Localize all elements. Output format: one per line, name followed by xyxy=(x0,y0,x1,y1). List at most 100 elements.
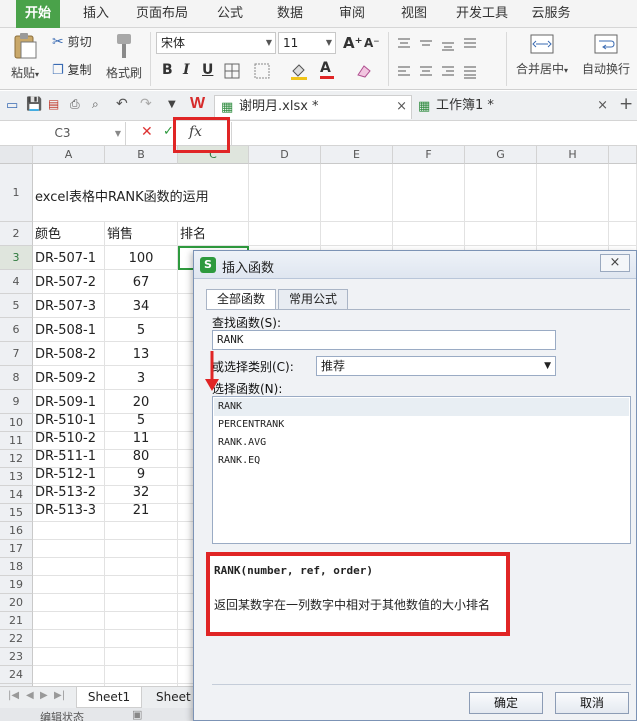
grid-cell[interactable] xyxy=(178,164,249,222)
grid-cell[interactable] xyxy=(33,558,105,576)
tab-view[interactable]: 视图 xyxy=(392,0,436,28)
grid-cell[interactable] xyxy=(249,222,321,246)
cancel-button[interactable]: 取消 xyxy=(555,692,629,714)
grid-cell[interactable]: DR-511-1 xyxy=(33,449,105,468)
horizontal-align-icons[interactable] xyxy=(396,64,500,80)
row-header[interactable]: 9 xyxy=(0,390,33,414)
grid-cell[interactable] xyxy=(105,164,178,222)
grid-cell[interactable] xyxy=(465,164,537,222)
format-painter-button[interactable]: 格式刷 xyxy=(102,32,146,81)
wrap-text-button[interactable]: 自动换行 xyxy=(578,32,634,77)
grow-font-button[interactable]: A⁺ xyxy=(343,34,363,52)
name-box[interactable]: C3 ▼ xyxy=(0,122,126,145)
grid-cell[interactable]: DR-508-1 xyxy=(33,318,105,342)
cut-button[interactable]: ✂ 剪切 xyxy=(52,34,92,50)
bold-button[interactable]: B xyxy=(162,62,173,78)
grid-cell[interactable]: 销售 xyxy=(105,222,178,246)
more-dropdown-icon[interactable]: ▼ xyxy=(168,99,176,110)
grid-cell[interactable] xyxy=(105,594,178,612)
redo-icon[interactable]: ↷ xyxy=(140,96,152,112)
function-item-percentrank[interactable]: PERCENTRANK xyxy=(214,416,629,434)
grid-cell[interactable]: DR-510-1 xyxy=(33,413,105,432)
grid-cell[interactable] xyxy=(393,164,465,222)
row-header[interactable]: 6 xyxy=(0,318,33,342)
column-header[interactable]: D xyxy=(249,146,321,164)
row-header[interactable]: 14 xyxy=(0,486,33,504)
doc-tab[interactable]: ▦ 工作簿1 * × xyxy=(414,95,614,119)
export-pdf-icon[interactable]: ▤ xyxy=(48,97,59,111)
undo-icon[interactable]: ↶ xyxy=(116,96,128,112)
tab-formulas[interactable]: 公式 xyxy=(208,0,252,28)
dialog-close-button[interactable]: × xyxy=(600,254,630,272)
grid-cell[interactable]: DR-508-2 xyxy=(33,342,105,366)
row-header[interactable]: 8 xyxy=(0,366,33,390)
column-header[interactable]: A xyxy=(33,146,105,164)
close-tab-icon[interactable]: × xyxy=(396,96,407,118)
font-size-combo[interactable]: 11 ▼ xyxy=(278,32,336,54)
grid-cell[interactable] xyxy=(249,164,321,222)
grid-cell[interactable]: DR-510-2 xyxy=(33,431,105,450)
function-item-rank-eq[interactable]: RANK.EQ xyxy=(214,452,629,470)
grid-cell[interactable] xyxy=(105,630,178,648)
fill-color-icon[interactable] xyxy=(290,62,308,80)
grid-cell[interactable]: DR-512-1 xyxy=(33,467,105,486)
shrink-font-button[interactable]: A⁻ xyxy=(364,36,380,50)
new-tab-plus-icon[interactable]: + xyxy=(619,94,633,114)
row-header[interactable]: 11 xyxy=(0,432,33,450)
underline-button[interactable]: U xyxy=(202,62,213,78)
first-sheet-icon[interactable]: |◀ xyxy=(8,690,19,701)
tab-cloud[interactable]: 云服务 xyxy=(526,0,576,28)
row-header[interactable]: 22 xyxy=(0,630,33,648)
tab-insert[interactable]: 插入 xyxy=(74,0,118,28)
function-item-rank[interactable]: RANK xyxy=(214,398,629,416)
grid-cell[interactable] xyxy=(105,522,178,540)
grid-cell[interactable]: 20 xyxy=(105,390,178,414)
grid-cell[interactable]: 67 xyxy=(105,270,178,294)
row-header[interactable]: 12 xyxy=(0,450,33,468)
tab-home[interactable]: 开始 xyxy=(16,0,60,28)
grid-cell[interactable]: DR-513-3 xyxy=(33,503,105,522)
clear-format-icon[interactable] xyxy=(356,63,372,79)
grid-cell[interactable]: DR-507-3 xyxy=(33,294,105,318)
grid-cell[interactable] xyxy=(33,666,105,684)
grid-cell[interactable] xyxy=(33,648,105,666)
grid-cell[interactable]: 11 xyxy=(105,431,178,450)
grid-cell[interactable] xyxy=(33,522,105,540)
grid-cell[interactable]: 排名 xyxy=(178,222,249,246)
grid-cell[interactable] xyxy=(33,630,105,648)
grid-cell[interactable] xyxy=(393,222,465,246)
grid-cell[interactable]: excel表格中RANK函数的运用 xyxy=(33,164,209,222)
print-icon[interactable]: ⎙ xyxy=(70,97,80,112)
grid-cell[interactable] xyxy=(321,222,393,246)
grid-cell[interactable] xyxy=(105,666,178,684)
next-sheet-icon[interactable]: ▶ xyxy=(40,690,48,701)
column-header[interactable]: B xyxy=(105,146,178,164)
grid-cell[interactable]: 80 xyxy=(105,449,178,468)
column-header[interactable]: H xyxy=(537,146,609,164)
font-color-button[interactable]: A xyxy=(320,60,334,79)
tab-data[interactable]: 数据 xyxy=(268,0,312,28)
tab-common-formulas[interactable]: 常用公式 xyxy=(278,289,348,309)
grid-cell[interactable] xyxy=(105,540,178,558)
prev-sheet-icon[interactable]: ◀ xyxy=(26,690,34,701)
function-list[interactable]: RANK PERCENTRANK RANK.AVG RANK.EQ xyxy=(212,396,631,544)
grid-cell[interactable] xyxy=(537,222,609,246)
grid-cell[interactable] xyxy=(537,164,609,222)
row-header[interactable]: 24 xyxy=(0,666,33,684)
folder-icon[interactable]: ▭ xyxy=(6,98,18,113)
tab-page-layout[interactable]: 页面布局 xyxy=(130,0,194,28)
grid-cell[interactable] xyxy=(33,594,105,612)
last-sheet-icon[interactable]: ▶| xyxy=(54,690,65,701)
column-header[interactable]: F xyxy=(393,146,465,164)
grid-cell[interactable] xyxy=(465,222,537,246)
select-all-corner[interactable] xyxy=(0,146,33,164)
grid-cell[interactable]: 颜色 xyxy=(33,222,105,246)
grid-cell[interactable]: DR-509-2 xyxy=(33,366,105,390)
sheet-tab[interactable]: Sheet xyxy=(148,687,198,708)
cancel-edit-icon[interactable]: ✕ xyxy=(141,124,153,140)
row-header[interactable]: 4 xyxy=(0,270,33,294)
ok-button[interactable]: 确定 xyxy=(469,692,543,714)
paste-button[interactable]: 粘贴▾ xyxy=(6,32,44,81)
column-header[interactable] xyxy=(609,146,637,164)
grid-cell[interactable]: 32 xyxy=(105,485,178,504)
